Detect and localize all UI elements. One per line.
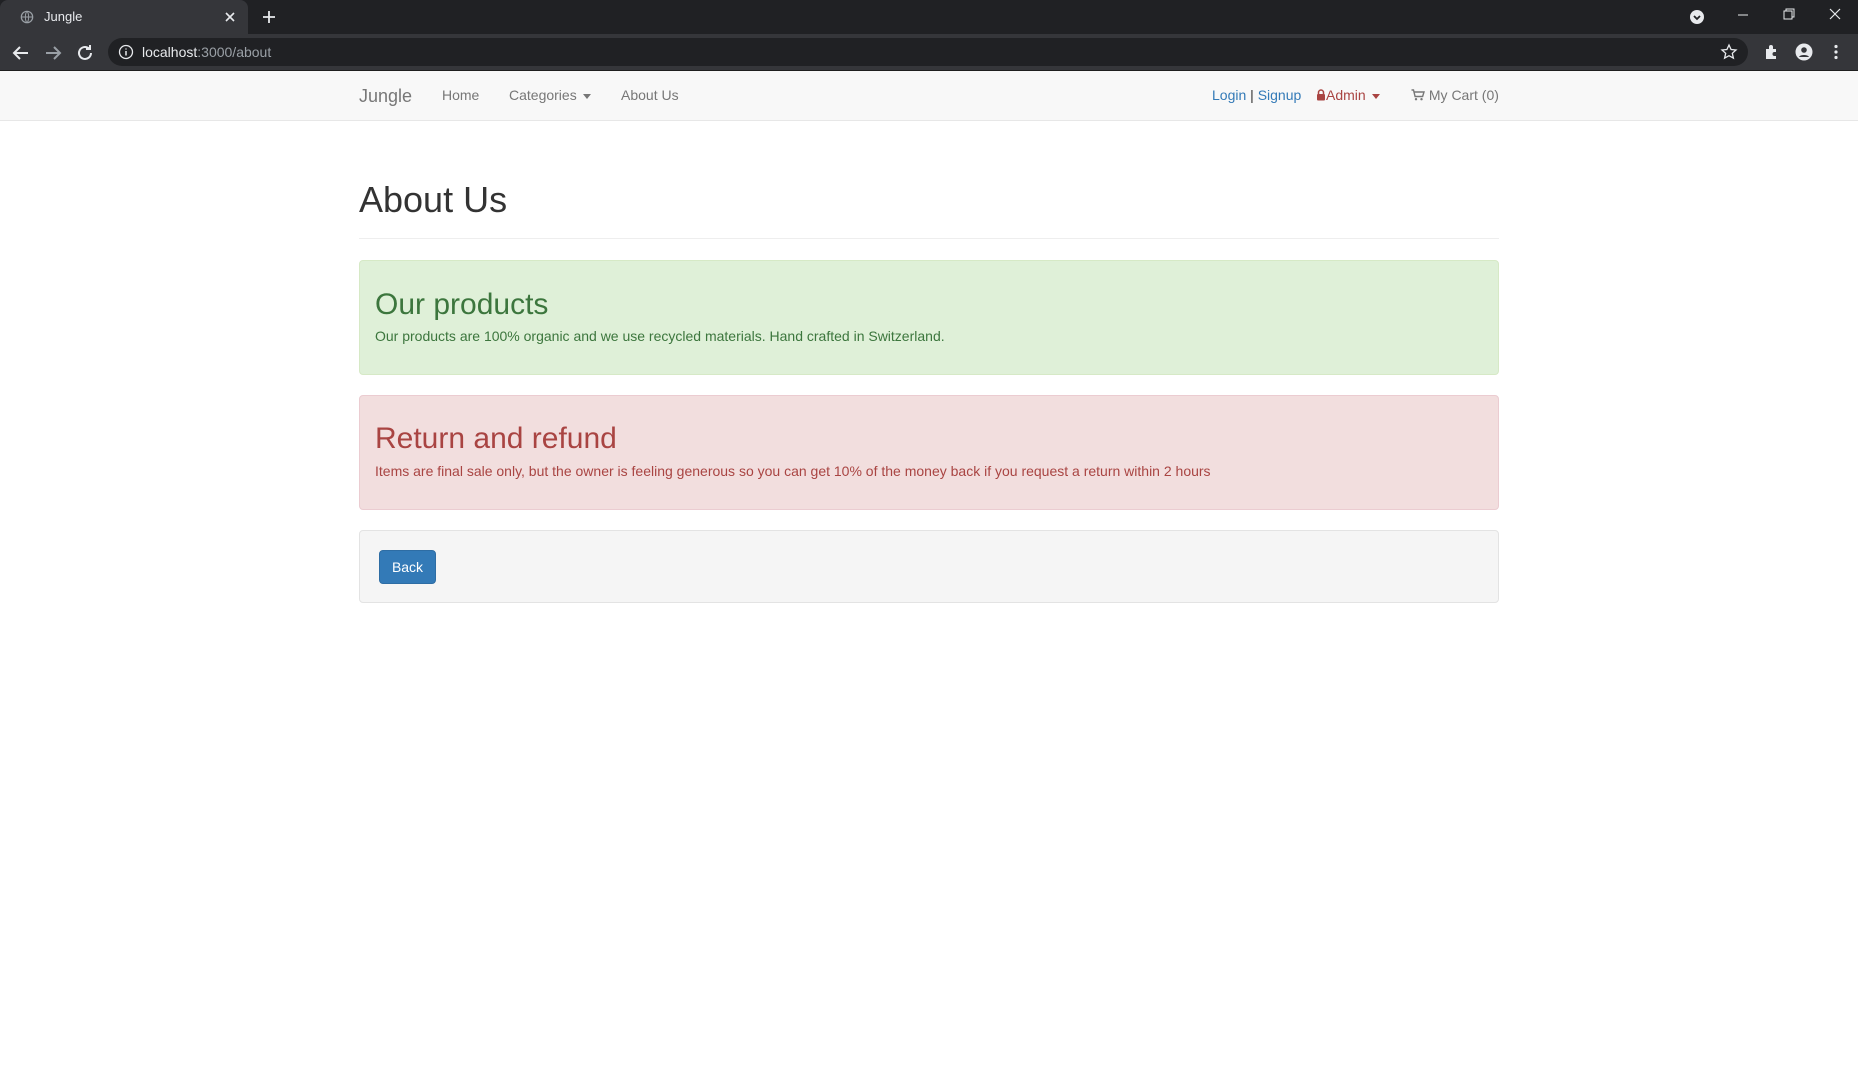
cart-icon [1411,89,1425,101]
restore-icon[interactable] [1766,0,1812,34]
tab-title: Jungle [44,9,83,24]
nav-categories-label: Categories [509,87,577,103]
page-title: About Us [359,179,508,220]
plus-icon[interactable] [260,8,278,26]
products-alert: Our products Our products are 100% organ… [359,260,1499,375]
products-text: Our products are 100% organic and we use… [375,328,945,344]
reload-icon[interactable] [73,41,97,65]
actions-well: Back [359,530,1499,603]
products-heading: Our products [375,288,549,321]
brand-link[interactable]: Jungle [359,86,412,107]
browser-toolbar: localhost:3000/about [0,34,1858,71]
signup-link[interactable]: Signup [1258,87,1302,103]
login-link[interactable]: Login [1212,87,1246,103]
admin-label: Admin [1326,87,1366,103]
caret-down-icon [582,93,591,99]
back-button[interactable]: Back [379,550,436,584]
admin-dropdown[interactable]: Admin [1316,87,1380,103]
close-window-icon[interactable] [1812,0,1858,34]
url-text[interactable]: localhost:3000/about [142,44,271,60]
auth-links: Login | Signup [1212,87,1301,103]
nav-home[interactable]: Home [442,87,479,103]
nav-categories-dropdown[interactable]: Categories [509,87,591,103]
minimize-icon[interactable] [1720,0,1766,34]
browser-tabstrip: Jungle [0,0,1858,34]
star-icon[interactable] [1720,43,1738,61]
url-host: localhost [142,44,198,60]
refund-text: Items are final sale only, but the owner… [375,463,1211,479]
refund-heading: Return and refund [375,422,617,455]
cart-label: My Cart (0) [1428,87,1499,103]
profile-icon[interactable] [1794,42,1814,62]
address-bar[interactable]: localhost:3000/about [108,38,1748,66]
puzzle-icon[interactable] [1762,42,1782,62]
navbar-container: Jungle Home Categories About Us Login | … [359,71,1499,121]
url-path: :3000/about [197,44,272,60]
page-viewport: Jungle Home Categories About Us Login | … [0,71,1858,1080]
kebab-menu-icon[interactable] [1826,42,1846,62]
browser-tab[interactable]: Jungle [0,0,248,34]
auth-separator: | [1250,87,1254,103]
lock-icon [1317,89,1325,101]
site-navbar: Jungle Home Categories About Us Login | … [0,71,1858,121]
info-icon[interactable] [118,44,134,60]
back-arrow-icon[interactable] [9,41,33,65]
nav-about[interactable]: About Us [621,87,679,103]
globe-icon [20,10,34,24]
cart-link[interactable]: My Cart (0) [1411,87,1499,103]
caret-down-icon [1371,93,1380,99]
title-divider [359,238,1499,239]
chevron-down-icon[interactable] [1688,8,1706,26]
close-icon[interactable] [222,9,238,25]
refund-alert: Return and refund Items are final sale o… [359,395,1499,510]
forward-arrow-icon[interactable] [41,41,65,65]
